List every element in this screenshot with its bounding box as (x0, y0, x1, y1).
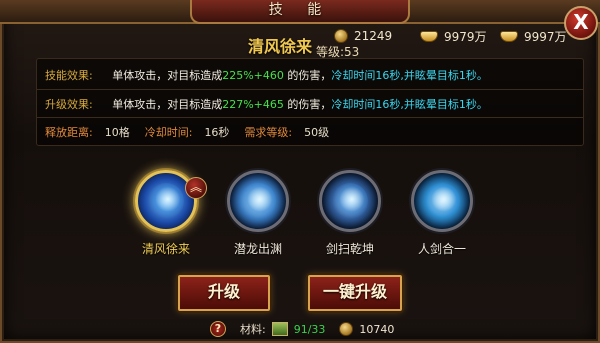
current-effect-text-1: 单体攻击，对目标造成 (112, 69, 223, 82)
current-effect-stun: 并眩晕目标1秒。 (403, 69, 488, 82)
upgrade-button[interactable]: 升级 (178, 275, 270, 311)
upgrade-effect-text-1: 单体攻击，对目标造成 (112, 98, 223, 111)
skill-title: 清风徐来 (248, 37, 313, 56)
sword-unity-skill-icon[interactable] (411, 170, 473, 232)
bound-ingot-icon (500, 30, 518, 42)
coin-value: 21249 (354, 29, 393, 43)
gold-ingot-value: 9979万 (444, 29, 487, 44)
upgrade-arrow-icon: ︽ (185, 177, 207, 199)
help-icon[interactable]: ? (210, 321, 226, 337)
material-book-icon (271, 322, 288, 336)
upgrade-effect-stun: 并眩晕目标1秒。 (403, 98, 488, 111)
gold-ingot-icon (420, 30, 438, 42)
skill-stats-row: 释放距离: 10格 冷却时间: 16秒 需求等级: 50级 (45, 124, 329, 140)
upgrade-effect-cooldown: 冷却时间16秒, (331, 98, 404, 111)
upgrade-effect-row: 升级效果: 单体攻击，对目标造成227%+465 的伤害，冷却时间16秒,并眩晕… (45, 97, 488, 113)
skill-info-panel: 技能效果: 单体攻击，对目标造成225%+460 的伤害，冷却时间16秒,并眩晕… (36, 58, 584, 146)
divider (37, 117, 583, 118)
current-effect-row: 技能效果: 单体攻击，对目标造成225%+460 的伤害，冷却时间16秒,并眩晕… (45, 68, 488, 84)
cooldown-value: 16秒 (204, 126, 230, 139)
current-effect-cooldown: 冷却时间16秒, (331, 69, 404, 82)
upgrade-effect-text-2: 的伤害， (287, 98, 332, 111)
upgrade-effect-label: 升级效果: (45, 98, 93, 111)
skill-slot-2[interactable]: 潜龙出渊 (223, 170, 293, 257)
coin-icon (334, 29, 348, 43)
close-button[interactable]: X (564, 6, 598, 40)
bound-ingot-value: 9997万 (524, 29, 567, 44)
range-label: 释放距离: (45, 126, 93, 139)
current-effect-text-2: 的伤害， (287, 69, 332, 82)
dragon-skill-icon[interactable] (227, 170, 289, 232)
gold-cost: 10740 (359, 322, 395, 336)
range-value: 10格 (104, 126, 130, 139)
divider (37, 89, 583, 90)
required-level-value: 50级 (304, 126, 330, 139)
skill-label: 人剑合一 (417, 242, 466, 256)
skill-slot-3[interactable]: 剑扫乾坤 (315, 170, 385, 257)
current-effect-label: 技能效果: (45, 69, 93, 82)
bound-ingot-balance: 9997万 (500, 27, 567, 45)
footer: ? 材料: 91/33 10740 (210, 320, 394, 338)
window-title: 技 能 (190, 0, 410, 24)
gold-ingot-balance: 9979万 (420, 27, 487, 45)
skill-slot-4[interactable]: 人剑合一 (407, 170, 477, 257)
current-effect-formula: 225%+460 (222, 69, 284, 82)
skill-label: 剑扫乾坤 (325, 242, 374, 256)
skill-label: 清风徐来 (141, 242, 190, 256)
sword-sweep-skill-icon[interactable] (319, 170, 381, 232)
material-label: 材料: (240, 323, 266, 336)
coin-icon (339, 322, 354, 336)
required-level-label: 需求等级: (244, 126, 293, 139)
material-count: 91/33 (293, 322, 326, 336)
upgrade-effect-formula: 227%+465 (222, 98, 284, 111)
cooldown-label: 冷却时间: (144, 126, 193, 139)
skill-label: 潜龙出渊 (233, 242, 282, 256)
one-click-upgrade-button[interactable]: 一键升级 (308, 275, 402, 311)
